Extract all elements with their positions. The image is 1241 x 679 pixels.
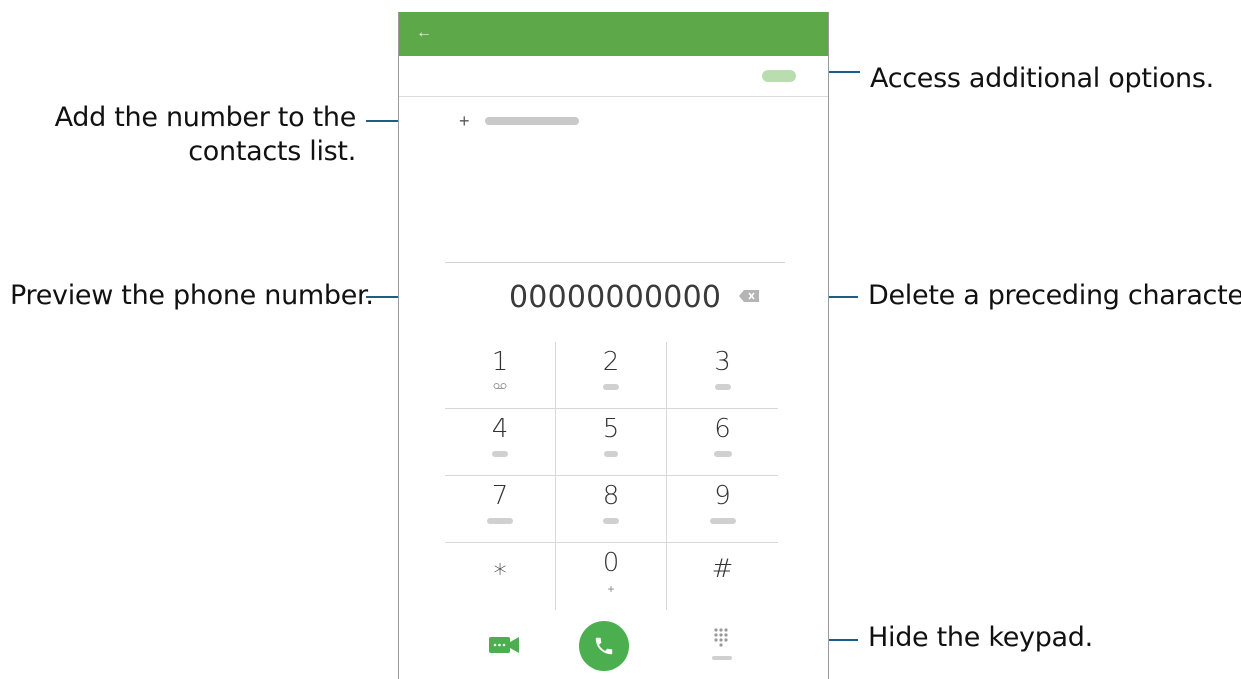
callout-delete-char: Delete a preceding character.	[868, 280, 1241, 311]
key-letters	[603, 384, 619, 390]
callout-more-options: Access additional options.	[870, 63, 1214, 94]
phone-number-display[interactable]: 00000000000	[509, 280, 721, 315]
backspace-icon[interactable]	[739, 290, 759, 302]
keypad-icon[interactable]	[712, 627, 734, 663]
callout-add-contact-line1: Add the number to the	[54, 102, 357, 133]
key-digit: 2	[602, 347, 620, 377]
callout-preview-number: Preview the phone number.	[10, 280, 374, 311]
callout-hide-keypad: Hide the keypad.	[868, 622, 1093, 653]
add-to-contacts-button[interactable]: +	[459, 109, 579, 133]
key-digit: 6	[714, 414, 731, 444]
key-2[interactable]: 2	[556, 342, 667, 409]
key-digit: 1	[491, 347, 509, 377]
key-letters	[604, 451, 618, 457]
number-divider	[445, 262, 785, 263]
more-options-button[interactable]	[762, 70, 796, 82]
key-5[interactable]: 5	[556, 409, 667, 476]
phone-call-icon	[595, 637, 613, 655]
key-letters	[492, 451, 508, 457]
key-digit: 7	[491, 481, 509, 511]
add-to-contacts-label	[485, 117, 579, 125]
key-digit: 9	[714, 481, 731, 511]
dial-keypad: 1 2 3 4 5 6 7 8 9 ∗ 0 + #	[445, 342, 778, 610]
key-plus: +	[607, 582, 615, 596]
key-0[interactable]: 0 +	[556, 543, 667, 610]
back-arrow-icon[interactable]: ←	[413, 22, 435, 44]
app-bar: ←	[399, 12, 828, 56]
key-digit: 3	[714, 347, 731, 377]
voicemail-icon	[493, 383, 507, 389]
key-digit: 8	[602, 481, 620, 511]
key-6[interactable]: 6	[667, 409, 778, 476]
key-star[interactable]: ∗	[445, 543, 556, 610]
key-7[interactable]: 7	[445, 476, 556, 543]
key-letters	[709, 518, 736, 524]
key-letters	[713, 451, 732, 457]
key-8[interactable]: 8	[556, 476, 667, 543]
key-digit: #	[711, 554, 734, 584]
callout-add-contact: Add the number to the contacts list.	[40, 101, 357, 169]
key-letters	[714, 384, 731, 390]
key-1[interactable]: 1	[445, 342, 556, 409]
call-button[interactable]	[579, 621, 629, 671]
key-hash[interactable]: #	[667, 543, 778, 610]
divider	[399, 96, 828, 97]
key-digit: 4	[491, 414, 509, 444]
key-letters	[603, 518, 619, 524]
plus-icon: +	[459, 111, 470, 131]
callout-add-contact-line2: contacts list.	[188, 136, 356, 167]
video-call-icon[interactable]	[489, 636, 519, 654]
key-9[interactable]: 9	[667, 476, 778, 543]
key-letters	[487, 518, 513, 524]
key-4[interactable]: 4	[445, 409, 556, 476]
key-3[interactable]: 3	[667, 342, 778, 409]
key-digit: 5	[602, 414, 620, 444]
key-digit: 0	[602, 548, 620, 578]
phone-dialer-screen: ← + 00000000000 1 2 3 4 5 6 7 8 9 ∗ 0 + …	[398, 12, 829, 679]
key-digit: ∗	[491, 554, 509, 584]
